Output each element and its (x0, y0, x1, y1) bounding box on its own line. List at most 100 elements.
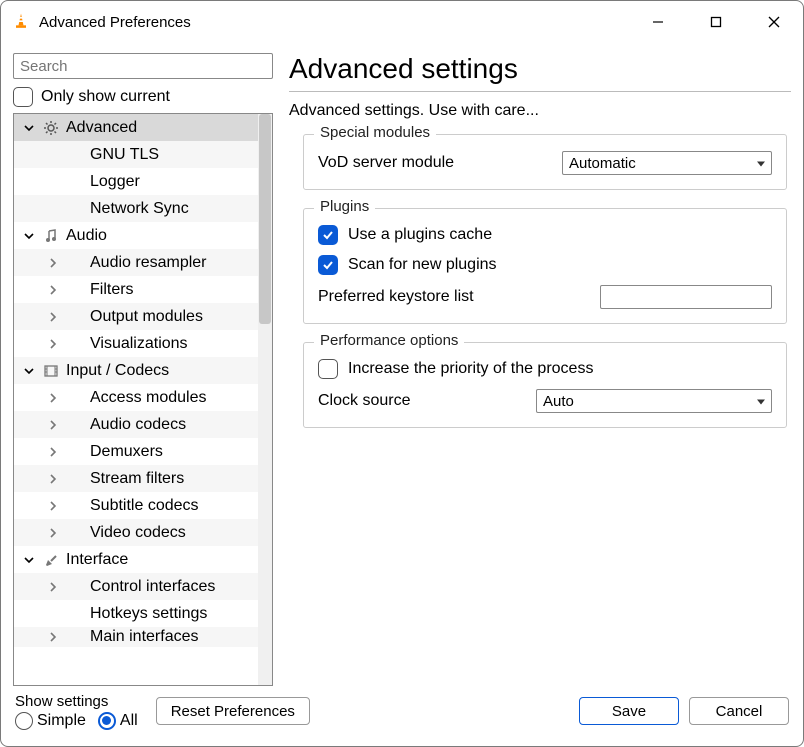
tree-item-control-interfaces[interactable]: Control interfaces (14, 573, 258, 600)
reset-preferences-button[interactable]: Reset Preferences (156, 697, 310, 725)
tree-label: Audio (64, 227, 107, 245)
only-show-current-row: Only show current (13, 79, 273, 113)
tree-label: Visualizations (88, 335, 188, 353)
tree-item-audio-codecs[interactable]: Audio codecs (14, 411, 258, 438)
vlc-cone-icon (11, 12, 31, 32)
left-column: Only show current Advanced GNU TLS Logge… (13, 53, 273, 686)
caret-down-icon (757, 155, 765, 172)
tree-label: Input / Codecs (64, 362, 169, 380)
chevron-right-icon (44, 311, 62, 323)
tree-item-gnu-tls[interactable]: GNU TLS (14, 141, 258, 168)
tree-label: Demuxers (88, 443, 163, 461)
save-button[interactable]: Save (579, 697, 679, 725)
chevron-right-icon (44, 527, 62, 539)
scrollbar-thumb[interactable] (259, 114, 271, 324)
page-subtitle: Advanced settings. Use with care... (289, 102, 791, 120)
bottom-bar: Show settings Simple All Reset Preferenc… (1, 686, 803, 746)
use-plugins-cache-label: Use a plugins cache (348, 226, 492, 244)
tree-label: Advanced (64, 119, 137, 137)
content-area: Only show current Advanced GNU TLS Logge… (1, 43, 803, 686)
tree-item-subtitle-codecs[interactable]: Subtitle codecs (14, 492, 258, 519)
caret-down-icon (757, 393, 765, 410)
tree-item-hotkeys-settings[interactable]: Hotkeys settings (14, 600, 258, 627)
heading-divider (289, 91, 791, 92)
group-title: Special modules (314, 124, 436, 141)
only-show-current-checkbox[interactable] (13, 87, 33, 107)
tree-item-advanced[interactable]: Advanced (14, 114, 258, 141)
tree-label: Logger (88, 173, 140, 191)
group-plugins: Plugins Use a plugins cache Scan for new… (303, 208, 787, 324)
chevron-down-icon (20, 554, 38, 566)
increase-priority-checkbox[interactable] (318, 359, 338, 379)
tree-item-audio[interactable]: Audio (14, 222, 258, 249)
tree-scroll: Advanced GNU TLS Logger Network Sync Aud… (14, 114, 258, 685)
tree-item-main-interfaces[interactable]: Main interfaces (14, 627, 258, 647)
minimize-button[interactable] (629, 1, 687, 43)
group-title: Plugins (314, 198, 375, 215)
music-note-icon (42, 227, 60, 245)
select-value: Auto (543, 393, 574, 410)
tree-label: Video codecs (88, 524, 186, 542)
tree-label: Interface (64, 551, 128, 569)
keystore-label: Preferred keystore list (318, 288, 590, 306)
chevron-down-icon (20, 122, 38, 134)
use-plugins-cache-checkbox[interactable] (318, 225, 338, 245)
tree-scrollbar[interactable] (258, 114, 272, 685)
vod-server-label: VoD server module (318, 154, 552, 172)
chevron-right-icon (44, 500, 62, 512)
increase-priority-label: Increase the priority of the process (348, 360, 593, 378)
show-settings-label: Show settings (15, 693, 146, 710)
chevron-right-icon (44, 392, 62, 404)
tree-item-access-modules[interactable]: Access modules (14, 384, 258, 411)
tree-label: Access modules (88, 389, 207, 407)
tree-label: Output modules (88, 308, 203, 326)
show-settings-all-radio[interactable] (98, 712, 116, 730)
tree-label: Hotkeys settings (88, 605, 207, 623)
tree-item-output-modules[interactable]: Output modules (14, 303, 258, 330)
brush-icon (42, 551, 60, 569)
all-label: All (120, 712, 138, 730)
close-button[interactable] (745, 1, 803, 43)
window-title: Advanced Preferences (39, 14, 629, 31)
cancel-button[interactable]: Cancel (689, 697, 789, 725)
clock-source-label: Clock source (318, 392, 526, 410)
tree-label: Stream filters (88, 470, 184, 488)
show-settings-group: Show settings Simple All (15, 693, 146, 730)
chevron-down-icon (20, 365, 38, 377)
tree-label: Audio resampler (88, 254, 207, 272)
only-show-current-label: Only show current (41, 88, 170, 106)
tree-label: Control interfaces (88, 578, 215, 596)
tree-item-network-sync[interactable]: Network Sync (14, 195, 258, 222)
chevron-right-icon (44, 338, 62, 350)
scan-new-plugins-checkbox[interactable] (318, 255, 338, 275)
tree-item-interface[interactable]: Interface (14, 546, 258, 573)
tree-item-demuxers[interactable]: Demuxers (14, 438, 258, 465)
group-title: Performance options (314, 332, 464, 349)
tree-item-input-codecs[interactable]: Input / Codecs (14, 357, 258, 384)
settings-panel: Advanced settings Advanced settings. Use… (289, 53, 791, 686)
clock-source-select[interactable]: Auto (536, 389, 772, 413)
chevron-right-icon (44, 284, 62, 296)
keystore-input[interactable] (600, 285, 772, 309)
tree-item-filters[interactable]: Filters (14, 276, 258, 303)
show-settings-simple-radio[interactable] (15, 712, 33, 730)
chevron-right-icon (44, 581, 62, 593)
tree-label: Audio codecs (88, 416, 186, 434)
tree-item-audio-resampler[interactable]: Audio resampler (14, 249, 258, 276)
button-label: Cancel (716, 703, 763, 720)
tree-item-logger[interactable]: Logger (14, 168, 258, 195)
search-input[interactable] (13, 53, 273, 79)
scan-new-plugins-label: Scan for new plugins (348, 256, 497, 274)
preferences-window: Advanced Preferences Only show current A… (0, 0, 804, 747)
chevron-right-icon (44, 446, 62, 458)
chevron-right-icon (44, 631, 62, 643)
tree-item-video-codecs[interactable]: Video codecs (14, 519, 258, 546)
vod-server-select[interactable]: Automatic (562, 151, 772, 175)
chevron-right-icon (44, 419, 62, 431)
tree-item-stream-filters[interactable]: Stream filters (14, 465, 258, 492)
select-value: Automatic (569, 155, 636, 172)
tree-item-visualizations[interactable]: Visualizations (14, 330, 258, 357)
titlebar: Advanced Preferences (1, 1, 803, 43)
maximize-button[interactable] (687, 1, 745, 43)
tree-label: Network Sync (88, 200, 189, 218)
